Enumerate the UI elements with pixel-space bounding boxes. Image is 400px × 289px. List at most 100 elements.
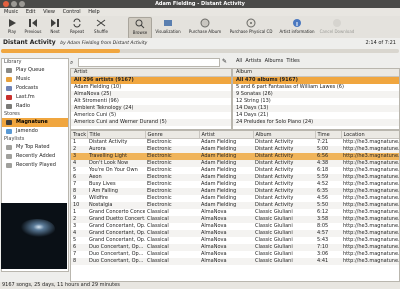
track-row[interactable]: 5 You're On Your Own Electronic Adam Fieldi… (71, 167, 399, 174)
artist-row[interactable]: AlmaNova (25) (71, 91, 231, 98)
sidebar-item-jamendo[interactable]: Jamendo (2, 127, 68, 136)
minimize-icon[interactable] (11, 1, 17, 7)
track-cell-location: http://he3.magnatune... (341, 216, 399, 223)
track-cell-genre: Electronic (145, 160, 199, 167)
track-row[interactable]: 2 Aurora Electronic Adam Fielding Distant Ac… (71, 146, 399, 153)
filter-tab-artists[interactable]: Artists (245, 58, 261, 64)
column-header-location[interactable]: Location (341, 131, 399, 139)
purchase-cd-button[interactable]: Purchase Physical CD (226, 17, 276, 37)
track-row[interactable]: 7 Busy Lives Electronic Adam Fielding Distan… (71, 181, 399, 188)
track-row[interactable]: 8I Am Falling Electronic Adam Fielding Dist… (71, 188, 399, 195)
sidebar-item-lastfm[interactable]: Last.fm (2, 93, 68, 102)
column-header-title[interactable]: Title (87, 131, 146, 139)
track-row[interactable]: 9 Wildfire Electronic Adam Fielding Distant … (71, 195, 399, 202)
visualization-button[interactable]: Visualization (152, 17, 184, 37)
track-cell-artist: AlmaNova (201, 209, 227, 215)
filter-tab-albums[interactable]: Albums (265, 58, 284, 64)
track-row[interactable]: 1 Grand Concerto Concert...Classical AlmaN… (71, 209, 399, 216)
artist-row[interactable]: Adam Fielding (10) (71, 84, 231, 91)
column-header-album[interactable]: Album (253, 131, 316, 139)
album-row[interactable]: 14 Days (13) (233, 105, 399, 112)
sidebar-item-play-queue[interactable]: Play Queue (2, 66, 68, 75)
track-cell-time: 3:06 (317, 251, 329, 257)
album-row[interactable]: All 470 albums (9167) (233, 77, 399, 84)
track-cell-time: 7:10 (315, 244, 341, 251)
album-row[interactable]: 12 String (13) (233, 98, 399, 105)
column-header-track[interactable]: Track (71, 131, 88, 139)
track-row[interactable]: 4 Don't Look Now Electronic Adam Fielding Di… (71, 160, 399, 167)
sidebar-item-podcasts[interactable]: Podcasts (2, 84, 68, 93)
album-row[interactable]: 9 Sonatas (26) (233, 91, 399, 98)
track-row[interactable]: 6 Aeon Electronic Adam Fielding Distant Acti… (71, 174, 399, 181)
menu-view[interactable]: View (43, 9, 55, 15)
menu-control[interactable]: Control (63, 9, 81, 15)
track-cell-album: Classic Giuliani (253, 244, 315, 251)
column-header-genre[interactable]: Genre (145, 131, 200, 139)
track-cell-track: 10 (71, 202, 87, 209)
artist-row[interactable]: Americo Cuni (5) (71, 112, 231, 119)
track-cell-time: 6:56 (315, 153, 341, 160)
track-row[interactable]: 1 Distant Activity Electronic Adam Fielding… (71, 139, 399, 147)
sidebar-item-recently-played[interactable]: Recently Played (2, 161, 68, 170)
seek-bar[interactable] (1, 49, 399, 53)
cancel-download-button[interactable]: Cancel Download (318, 17, 356, 37)
artist-row[interactable]: Alt Stromenti (96) (71, 98, 231, 105)
purchase-album-button[interactable]: Purchase Album (186, 17, 224, 37)
artist-information-button[interactable]: Artist information (278, 17, 316, 37)
artist-row[interactable]: Americo Cuni and Werner Durand (5) (71, 119, 231, 126)
search-input[interactable] (78, 58, 220, 67)
sidebar-item-top-rated[interactable]: My Top Rated (2, 143, 68, 152)
browse-button[interactable]: Browse (128, 17, 152, 39)
close-icon[interactable] (3, 1, 9, 7)
track-cell-track: 3 (71, 153, 87, 160)
shuffle-icon (96, 19, 106, 27)
track-cell-title: Don't Look Now (87, 160, 145, 167)
artist-row[interactable]: Ambient Teknology (24) (71, 105, 231, 112)
track-cell-title: Travelling Light (87, 153, 145, 160)
play-button[interactable]: Play (2, 17, 22, 37)
shuffle-button[interactable]: Shuffle (90, 17, 112, 37)
track-row[interactable]: 2 Grand Duetto Concert... Classical AlmaNov… (71, 216, 399, 223)
maximize-icon[interactable] (19, 1, 25, 7)
track-row[interactable]: 6 Duo Concertant, Op... Classical AlmaNova C… (71, 244, 399, 251)
sidebar-item-radio[interactable]: Radio (2, 102, 68, 111)
radio-icon (6, 104, 12, 109)
track-cell-track: 4 (71, 230, 87, 237)
menu-edit[interactable]: Edit (26, 9, 36, 15)
track-row[interactable]: 5 Grand Concertant, Op... Classical AlmaNov… (71, 237, 399, 244)
artist-row[interactable]: All 296 artists (9167) (71, 77, 231, 84)
repeat-button[interactable]: Repeat (66, 17, 88, 37)
album-browser: Album All 470 albums (9167) 5 and 6 part… (232, 68, 400, 130)
sidebar-item-music[interactable]: Music (2, 75, 68, 84)
sidebar-item-recently-added[interactable]: Recently Added (2, 152, 68, 161)
track-row[interactable]: 7 Duo Concertant, Op... Classical AlmaNova C… (71, 251, 399, 258)
album-row[interactable]: 14 Days (21) (233, 112, 399, 119)
menu-music[interactable]: Music (4, 9, 18, 15)
track-row[interactable]: 3 Grand Concertant, Op... Classical AlmaNov… (71, 223, 399, 230)
previous-button[interactable]: Previous (22, 17, 44, 37)
edit-clear-icon[interactable]: ✎ (222, 58, 227, 65)
track-row[interactable]: 8 Duo Concertant, Op... Classical AlmaNova C… (71, 258, 399, 265)
filter-tab-all[interactable]: All (236, 58, 242, 64)
track-cell-location: http://he3.magnatune... (341, 174, 399, 181)
column-header-artist[interactable]: Artist (199, 131, 254, 139)
artist-browser: Artist All 296 artists (9167) Adam Field… (70, 68, 232, 130)
track-row[interactable]: 10 Nostalgia Electronic Adam Fielding Distan… (71, 202, 399, 209)
playlist-icon (6, 145, 12, 150)
filter-tab-titles[interactable]: Titles (286, 58, 299, 64)
next-button[interactable]: Next (46, 17, 64, 37)
menu-help[interactable]: Help (88, 9, 99, 15)
album-row[interactable]: 5 and 6 part Fantasias of William Lawes … (233, 84, 399, 91)
track-cell-track: 2 (71, 216, 87, 223)
track-cell-location: http://he3.magnatune... (341, 244, 399, 251)
sidebar-item-magnatune[interactable]: Magnatune (2, 118, 68, 127)
artist-column-header[interactable]: Artist (71, 69, 231, 77)
album-column-header[interactable]: Album (233, 69, 399, 77)
play-icon (9, 19, 16, 27)
info-icon (293, 19, 301, 27)
track-row[interactable]: 3 Travelling Light Electronic Adam Fielding… (71, 153, 399, 160)
album-row[interactable]: 24 Preludes for Solo Piano (24) (233, 119, 399, 126)
column-header-time[interactable]: Time (315, 131, 342, 139)
track-cell-time: 5:50 (315, 202, 341, 209)
track-row[interactable]: 4 Grand Concertant, Op... Classical AlmaNov… (71, 230, 399, 237)
